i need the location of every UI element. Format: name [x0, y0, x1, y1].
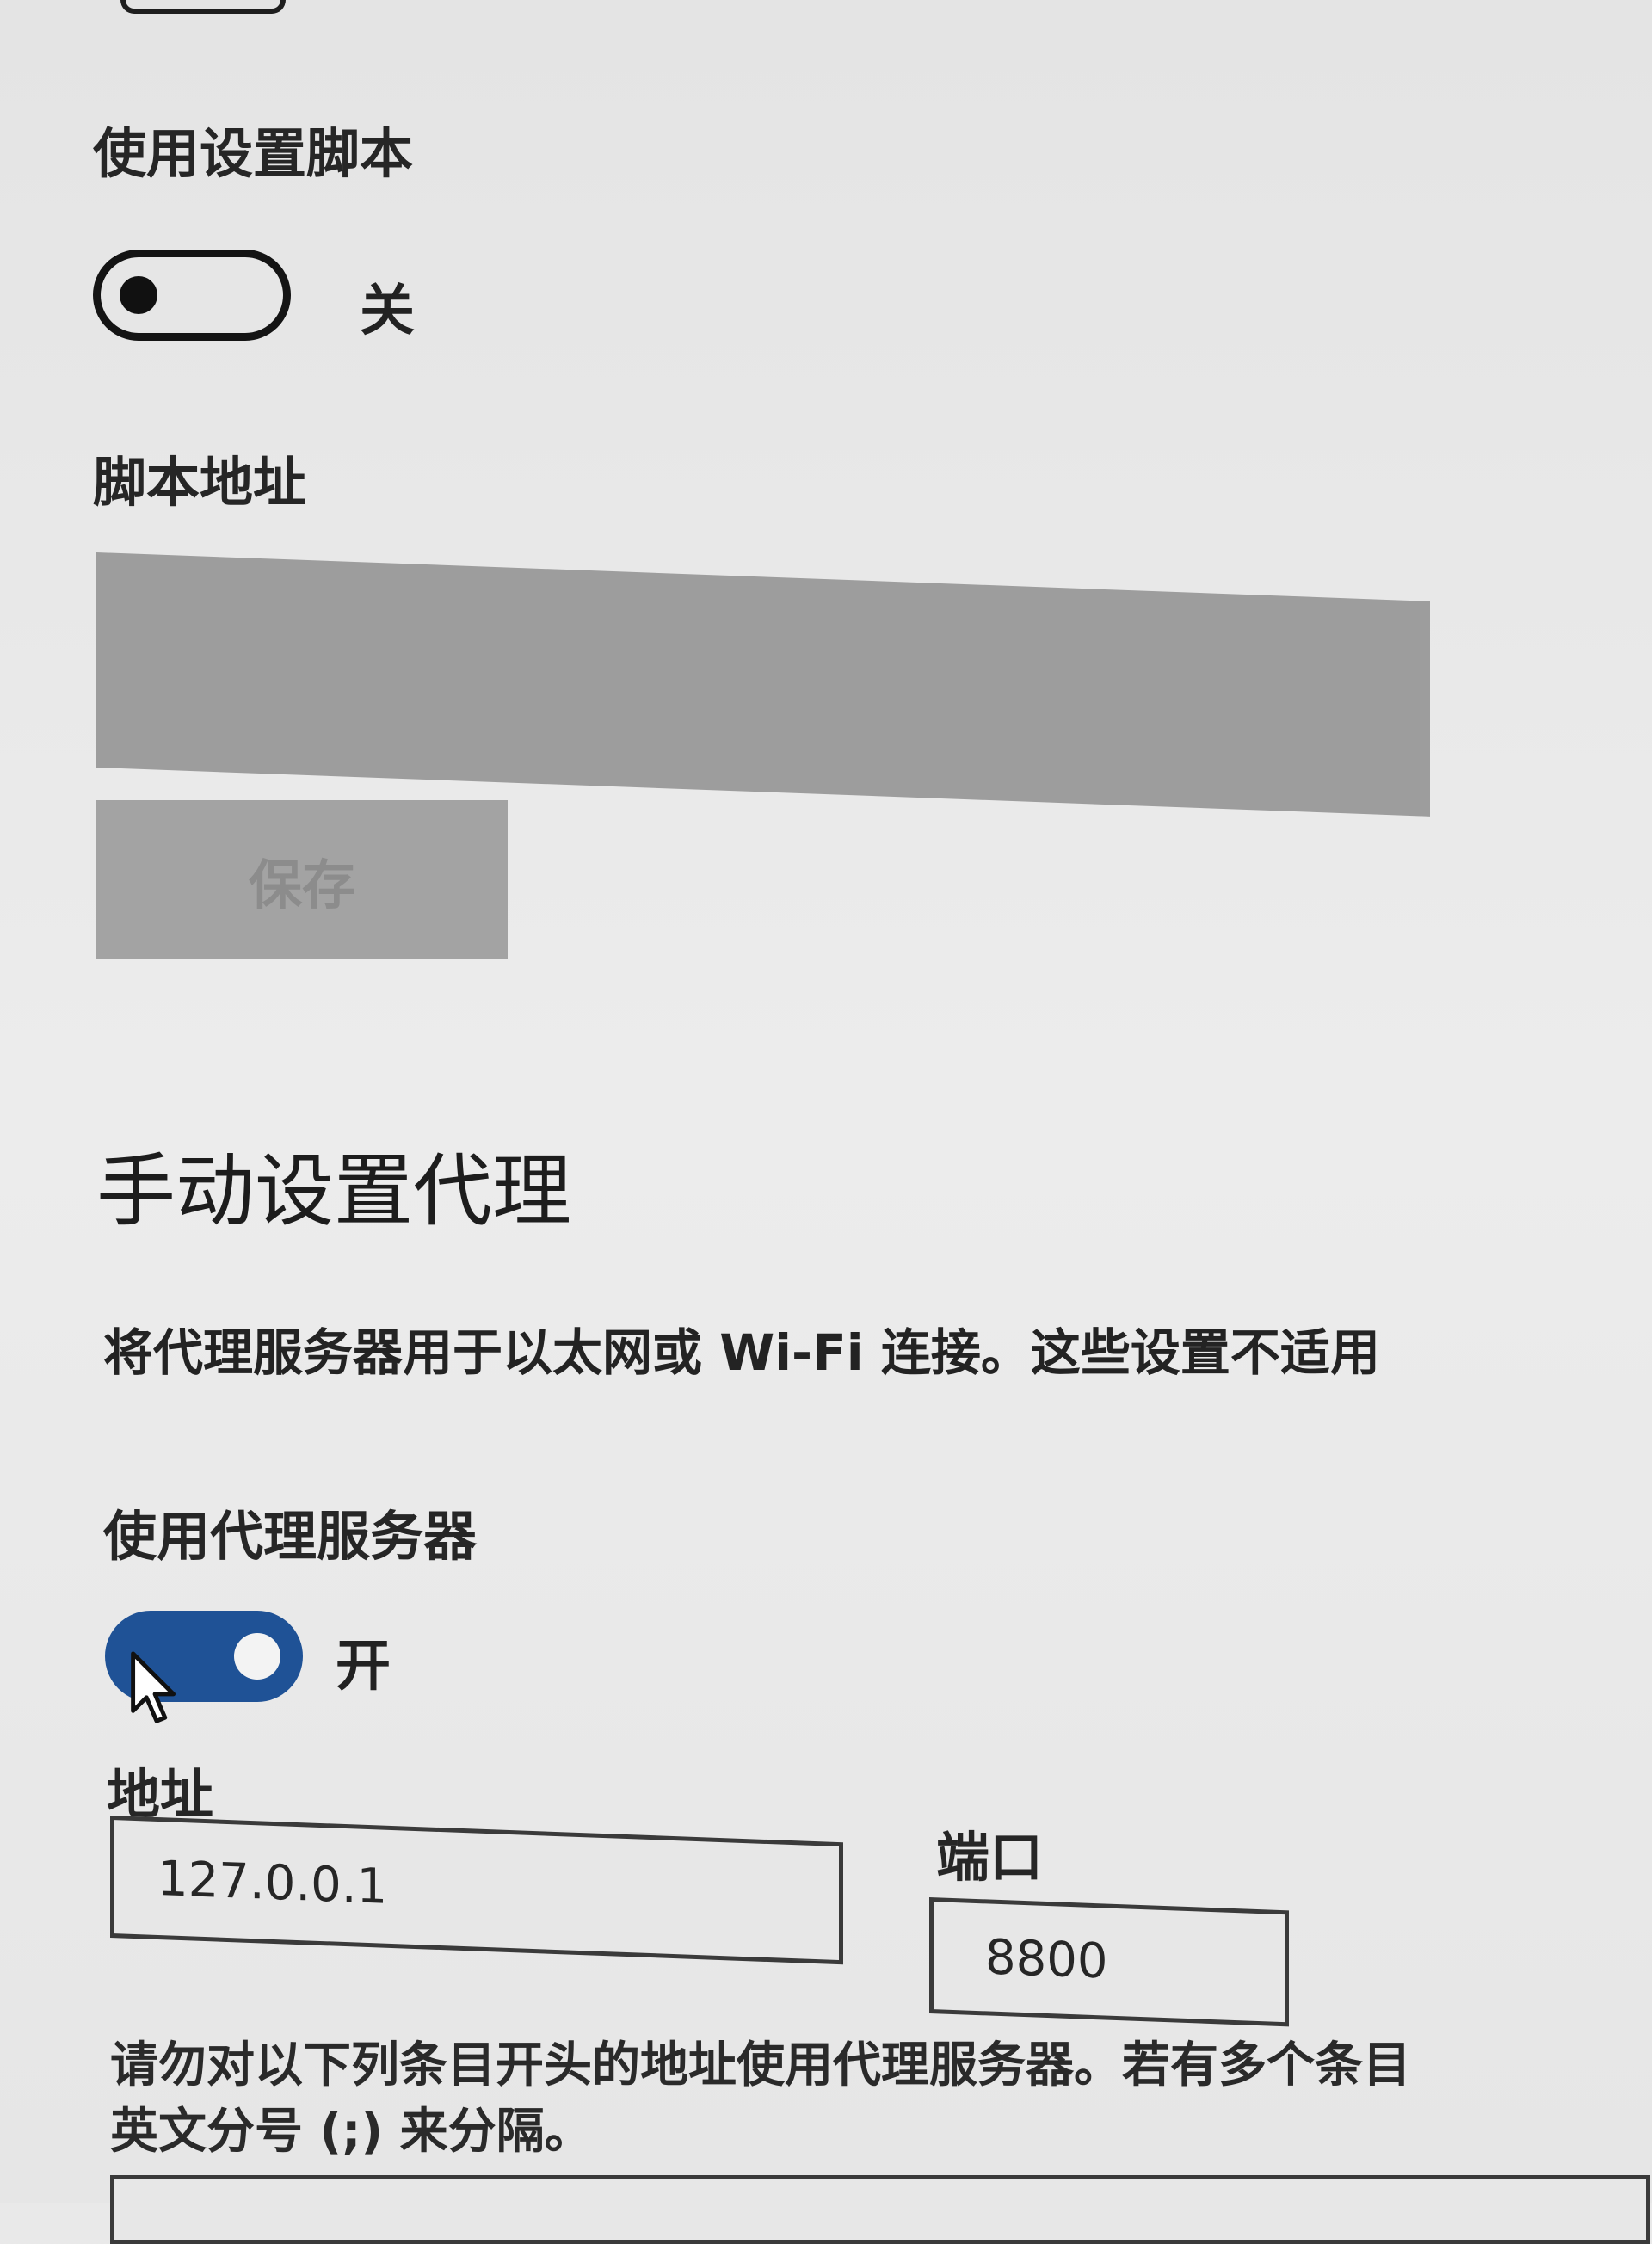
script-address-label: 脚本地址 [93, 451, 307, 514]
exceptions-note-line2: 英文分号 (;) 来分隔。 [110, 2104, 593, 2160]
save-button[interactable]: 保存 [96, 800, 508, 959]
use-proxy-server-label: 使用代理服务器 [103, 1505, 478, 1568]
toggle-knob [234, 1633, 280, 1680]
manual-proxy-description: 将代理服务器用于以太网或 Wi-Fi 连接。这些设置不适用 [103, 1323, 1380, 1382]
proxy-address-input[interactable]: 127.0.0.1 [110, 1816, 843, 1965]
arrow-cursor-icon [131, 1651, 176, 1723]
use-proxy-server-state: 开 [336, 1635, 391, 1698]
exceptions-input[interactable] [110, 2175, 1650, 2244]
previous-control-edge [120, 0, 286, 14]
exceptions-note-line1: 请勿对以下列条目开头的地址使用代理服务器。若有多个条目 [110, 2037, 1411, 2093]
toggle-knob [120, 276, 157, 314]
manual-proxy-title: 手动设置代理 [96, 1145, 572, 1237]
use-setup-script-state: 关 [360, 280, 415, 343]
use-setup-script-label: 使用设置脚本 [93, 122, 414, 185]
proxy-port-label: 端口 [936, 1826, 1044, 1889]
proxy-port-input[interactable]: 8800 [929, 1897, 1289, 2027]
script-address-input[interactable] [96, 552, 1430, 817]
settings-page: 使用设置脚本 关 脚本地址 保存 手动设置代理 将代理服务器用于以太网或 Wi-… [0, 0, 1652, 2244]
use-setup-script-toggle[interactable] [93, 250, 291, 341]
